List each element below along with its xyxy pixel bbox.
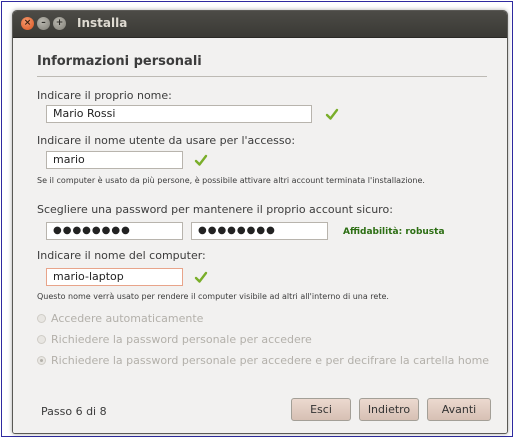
window-title: Installa (77, 16, 128, 30)
quit-button[interactable]: Esci (291, 398, 351, 421)
close-icon[interactable]: × (21, 17, 34, 30)
radio-label: Richiedere la password personale per acc… (51, 333, 312, 346)
radio-require-password[interactable]: Richiedere la password personale per acc… (37, 333, 312, 346)
username-hint: Se il computer è usato da più persone, è… (37, 176, 425, 185)
password-confirm-input[interactable]: ●●●●●●●● (191, 222, 328, 240)
step-indicator: Passo 6 di 8 (41, 405, 107, 418)
titlebar: × – + Installa (13, 11, 507, 38)
radio-label: Accedere automaticamente (51, 312, 204, 325)
radio-label: Richiedere la password personale per acc… (51, 354, 490, 367)
check-icon (194, 154, 208, 166)
computer-name-hint: Questo nome verrà usato per rendere il c… (37, 292, 389, 301)
check-icon (325, 108, 339, 120)
forward-button[interactable]: Avanti (427, 398, 491, 421)
minimize-icon[interactable]: – (37, 17, 50, 30)
name-label: Indicare il proprio nome: (37, 89, 172, 102)
password-label: Scegliere una password per mantenere il … (37, 203, 393, 216)
radio-icon[interactable] (37, 314, 46, 323)
screenshot-frame: × – + Installa Informazioni personali In… (1, 1, 513, 437)
back-button[interactable]: Indietro (359, 398, 419, 421)
computer-name-label: Indicare il nome del computer: (37, 249, 206, 262)
name-input[interactable]: Mario Rossi (46, 105, 312, 123)
check-icon (194, 271, 208, 283)
radio-require-password-encrypt-home[interactable]: Richiedere la password personale per acc… (37, 354, 489, 367)
radio-icon[interactable] (37, 335, 46, 344)
password-strength: Affidabilità: robusta (343, 227, 445, 237)
installer-window: × – + Installa Informazioni personali In… (12, 10, 508, 434)
username-label: Indicare il nome utente da usare per l'a… (37, 134, 296, 147)
page-title: Informazioni personali (37, 54, 202, 69)
radio-selected-icon[interactable] (37, 356, 46, 365)
divider (37, 76, 487, 77)
password-input[interactable]: ●●●●●●●● (46, 222, 183, 240)
page-content: Informazioni personali Indicare il propr… (13, 38, 507, 433)
username-input[interactable]: mario (46, 151, 183, 169)
maximize-icon[interactable]: + (53, 17, 66, 30)
computer-name-input[interactable]: mario-laptop (46, 268, 183, 286)
radio-auto-login[interactable]: Accedere automaticamente (37, 312, 203, 325)
